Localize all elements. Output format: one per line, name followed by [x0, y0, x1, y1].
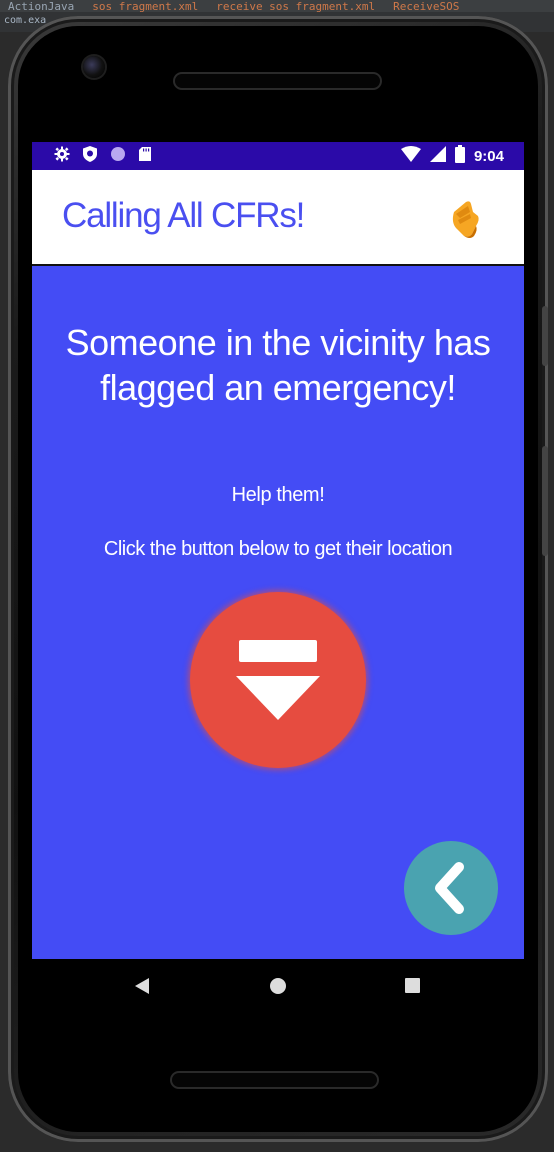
- ide-tab[interactable]: ReceiveSOS: [393, 0, 459, 12]
- ide-tab[interactable]: receive_sos_fragment.xml: [216, 0, 375, 12]
- chevron-left-icon: [404, 862, 498, 939]
- front-camera: [83, 56, 105, 78]
- sd-card-icon: [138, 146, 152, 166]
- signal-icon: [429, 146, 446, 166]
- home-circle-icon[interactable]: [269, 977, 287, 1000]
- shield-icon: [82, 145, 98, 167]
- sos-content: Someone in the vicinity has flagged an e…: [32, 266, 524, 959]
- status-bar: 9:04: [32, 142, 524, 170]
- battery-icon: [454, 145, 465, 167]
- ide-tab-bar: ActionJava sos_fragment.xml receive_sos_…: [0, 0, 554, 12]
- circle-icon: [110, 146, 126, 166]
- app-bar: Calling All CFRs!: [32, 170, 524, 266]
- navigation-bar: [32, 959, 524, 1015]
- earpiece-speaker: [175, 74, 380, 88]
- get-location-button[interactable]: [190, 592, 366, 768]
- volume-button: [542, 446, 548, 556]
- bottom-speaker: [172, 1073, 377, 1087]
- raised-hand-icon[interactable]: [448, 198, 482, 240]
- app-screen: 9:04 Calling All CFRs! Someone in the vi…: [32, 142, 524, 959]
- emergency-headline: Someone in the vicinity has flagged an e…: [65, 322, 491, 408]
- instruction-text: Click the button below to get their loca…: [103, 538, 453, 560]
- settings-icon: [54, 146, 70, 166]
- wifi-icon: [400, 146, 421, 166]
- power-button: [542, 306, 548, 366]
- app-title: Calling All CFRs!: [62, 196, 305, 235]
- recents-square-icon[interactable]: [404, 977, 421, 999]
- status-time: 9:04: [473, 147, 504, 165]
- ide-tab[interactable]: sos_fragment.xml: [92, 0, 198, 12]
- back-button[interactable]: [404, 841, 498, 935]
- download-arrow-icon: [190, 640, 366, 772]
- help-text: Help them!: [231, 484, 325, 506]
- ide-tab[interactable]: ActionJava: [8, 0, 74, 12]
- back-triangle-icon[interactable]: [134, 977, 150, 1000]
